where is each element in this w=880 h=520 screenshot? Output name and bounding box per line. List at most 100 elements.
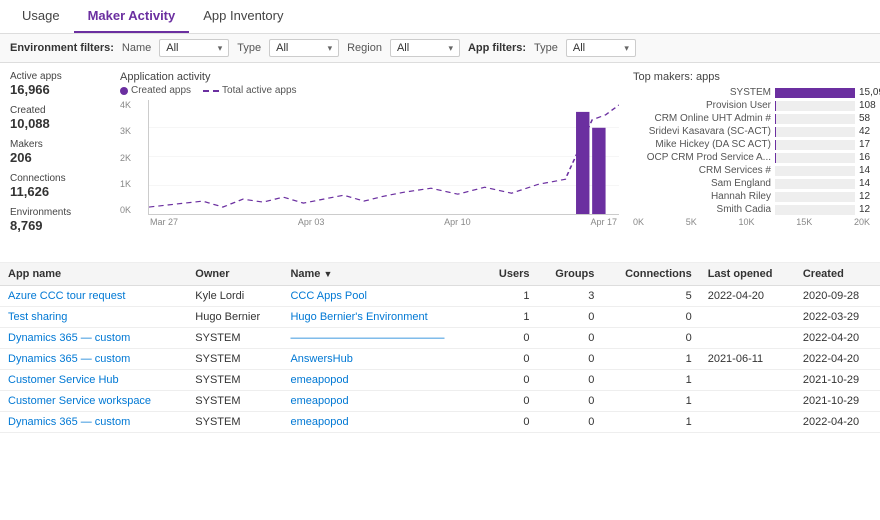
- legend-total: Total active apps: [203, 85, 297, 96]
- maker-name: SYSTEM: [633, 87, 771, 98]
- active-apps-label: Active apps: [10, 71, 84, 82]
- cell-connections: 1: [602, 412, 699, 433]
- cell-last-opened: [700, 412, 795, 433]
- app-type-filter-value: All: [573, 42, 620, 54]
- maker-row: CRM Online UHT Admin # 58: [633, 113, 870, 124]
- legend-created-icon: [120, 87, 128, 95]
- tab-app-inventory[interactable]: App Inventory: [189, 0, 297, 33]
- name-filter-select[interactable]: All ▾: [159, 39, 229, 57]
- cell-name: AnswersHub: [282, 349, 482, 370]
- col-header-owner: Owner: [187, 263, 282, 286]
- table-row: Dynamics 365 — custom SYSTEM emeapopod 0…: [0, 412, 880, 433]
- bar-2: [592, 128, 605, 214]
- table-row: Customer Service Hub SYSTEM emeapopod 0 …: [0, 370, 880, 391]
- maker-row: SYSTEM 15,096: [633, 87, 870, 98]
- table-header-row: App name Owner Name ▼ Users Groups Conne…: [0, 263, 880, 286]
- table-row: Test sharing Hugo Bernier Hugo Bernier's…: [0, 307, 880, 328]
- tab-maker-activity[interactable]: Maker Activity: [74, 0, 190, 33]
- name-filter-label: Name: [122, 42, 151, 54]
- maker-row: Smith Cadia 12: [633, 204, 870, 215]
- cell-last-opened: 2021-06-11: [700, 349, 795, 370]
- maker-bar-container: [775, 205, 855, 215]
- chart-legend: Created apps Total active apps: [120, 85, 619, 96]
- connections-stat: Connections 11,626: [10, 173, 84, 199]
- legend-created-label: Created apps: [131, 85, 191, 96]
- maker-bar-container: [775, 101, 855, 111]
- filter-bar: Environment filters: Name All ▾ Type All…: [0, 34, 880, 63]
- cell-users: 0: [483, 412, 538, 433]
- col-header-connections: Connections: [602, 263, 699, 286]
- cell-groups: 0: [538, 328, 603, 349]
- cell-groups: 0: [538, 391, 603, 412]
- cell-users: 1: [483, 286, 538, 307]
- legend-total-icon: [203, 90, 219, 92]
- maker-value: 12: [859, 191, 870, 202]
- maker-value: 108: [859, 100, 876, 111]
- cell-app-name: Dynamics 365 — custom: [0, 349, 187, 370]
- chart-svg: [149, 100, 619, 214]
- makers-stat: Makers 206: [10, 139, 84, 165]
- maker-bar-container: [775, 140, 855, 150]
- cell-connections: 0: [602, 307, 699, 328]
- region-filter-value: All: [397, 42, 444, 54]
- maker-bar-container: [775, 179, 855, 189]
- cell-connections: 1: [602, 391, 699, 412]
- cell-users: 0: [483, 349, 538, 370]
- maker-value: 15,096: [859, 87, 880, 98]
- maker-row: OCP CRM Prod Service A... 16: [633, 152, 870, 163]
- chart-panel: Application activity Created apps Total …: [90, 63, 625, 262]
- cell-name: emeapopod: [282, 412, 482, 433]
- cell-groups: 0: [538, 349, 603, 370]
- cell-name: emeapopod: [282, 391, 482, 412]
- cell-created: 2022-04-20: [795, 328, 880, 349]
- table-row: Customer Service workspace SYSTEM emeapo…: [0, 391, 880, 412]
- stats-panel: Active apps 16,966 Created 10,088 Makers…: [0, 63, 90, 262]
- app-type-filter-select[interactable]: All ▾: [566, 39, 636, 57]
- maker-name: CRM Services #: [633, 165, 771, 176]
- maker-bar-container: [775, 192, 855, 202]
- cell-app-name: Dynamics 365 — custom: [0, 328, 187, 349]
- maker-value: 14: [859, 165, 870, 176]
- maker-bar-container: [775, 88, 855, 98]
- created-label: Created: [10, 105, 84, 116]
- legend-created: Created apps: [120, 85, 191, 96]
- environments-label: Environments: [10, 207, 84, 218]
- cell-users: 1: [483, 307, 538, 328]
- cell-name: Hugo Bernier's Environment: [282, 307, 482, 328]
- cell-app-name: Customer Service workspace: [0, 391, 187, 412]
- total-line: [149, 105, 619, 207]
- maker-value: 14: [859, 178, 870, 189]
- environments-stat: Environments 8,769: [10, 207, 84, 233]
- maker-bar: [775, 88, 855, 98]
- cell-owner: SYSTEM: [187, 370, 282, 391]
- maker-name: Mike Hickey (DA SC ACT): [633, 139, 771, 150]
- cell-connections: 1: [602, 370, 699, 391]
- type-filter-select[interactable]: All ▾: [269, 39, 339, 57]
- col-header-app-name: App name: [0, 263, 187, 286]
- cell-last-opened: [700, 370, 795, 391]
- chart-title: Application activity: [120, 71, 619, 83]
- maker-bar: [775, 101, 776, 111]
- chart-svg-container: [148, 100, 619, 215]
- table-row: Dynamics 365 — custom SYSTEM ———————————…: [0, 328, 880, 349]
- maker-value: 58: [859, 113, 870, 124]
- bar-1: [576, 112, 589, 214]
- makers-label: Makers: [10, 139, 84, 150]
- tab-usage[interactable]: Usage: [8, 0, 74, 33]
- col-header-users: Users: [483, 263, 538, 286]
- cell-owner: SYSTEM: [187, 391, 282, 412]
- table-row: Dynamics 365 — custom SYSTEM AnswersHub …: [0, 349, 880, 370]
- cell-owner: SYSTEM: [187, 412, 282, 433]
- name-filter-arrow: ▾: [218, 43, 223, 54]
- environment-filter-label: Environment filters:: [10, 42, 114, 54]
- name-filter-value: All: [166, 42, 213, 54]
- cell-owner: Kyle Lordi: [187, 286, 282, 307]
- top-makers-xaxis: 0K 5K 10K 15K 20K: [633, 217, 870, 227]
- cell-name: ——————————————: [282, 328, 482, 349]
- cell-app-name: Azure CCC tour request: [0, 286, 187, 307]
- y-axis-labels: 4K 3K 2K 1K 0K: [120, 100, 131, 215]
- top-makers-panel: Top makers: apps SYSTEM 15,096 Provision…: [625, 63, 880, 262]
- region-filter-select[interactable]: All ▾: [390, 39, 460, 57]
- cell-last-opened: 2022-04-20: [700, 286, 795, 307]
- region-filter-arrow: ▾: [448, 43, 453, 54]
